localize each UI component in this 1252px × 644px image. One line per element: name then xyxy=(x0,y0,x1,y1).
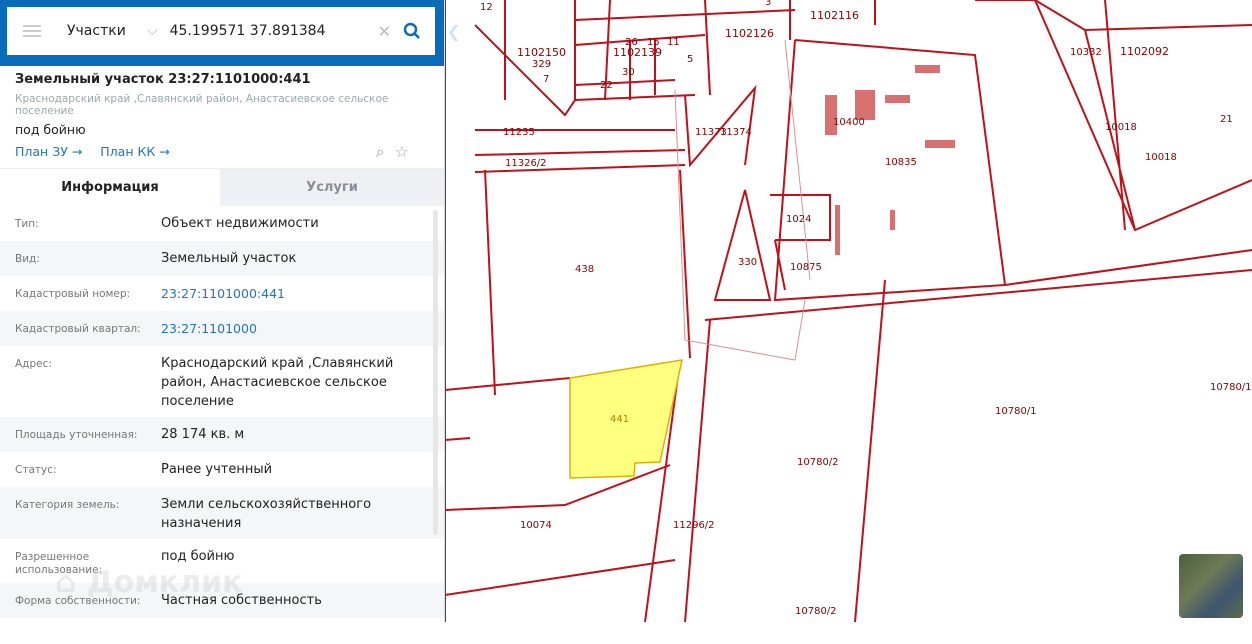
map-label: 1102126 xyxy=(725,27,774,40)
map-label-selected: 441 xyxy=(610,414,629,425)
cadastral-map[interactable]: 12 1102150 1102139 1102126 1102116 11020… xyxy=(444,0,1252,623)
map-label: 10018 xyxy=(1145,152,1177,163)
map-label: 11374 xyxy=(720,127,752,138)
map-label: 1102116 xyxy=(810,9,859,22)
map-label: 1102092 xyxy=(1120,45,1169,58)
map-label: 11235 xyxy=(503,127,535,138)
parcel-use: под бойню xyxy=(15,122,86,137)
info-key: Кадастровый квартал: xyxy=(15,323,141,335)
plan-kk-link[interactable]: План КК → xyxy=(100,144,169,166)
chevron-down-icon[interactable]: ⌵ xyxy=(147,23,158,39)
collapse-panel-icon[interactable]: ❮ xyxy=(447,22,460,41)
map-label: 7 xyxy=(543,74,549,85)
map-label: 5 xyxy=(687,54,693,65)
map-label: 10780/1 xyxy=(1210,382,1252,393)
search-mode-select[interactable]: Участки xyxy=(67,23,147,39)
scrollbar[interactable] xyxy=(433,210,438,535)
map-label: 30 xyxy=(622,67,635,78)
map-label: 10835 xyxy=(885,157,917,168)
map-label: 22 xyxy=(600,80,613,91)
map-label: 10780/2 xyxy=(795,606,837,617)
info-key: Площадь уточненная: xyxy=(15,429,138,441)
map-label: 26 xyxy=(625,37,638,48)
map-label: 11 xyxy=(667,37,680,48)
info-key: Категория земель: xyxy=(15,499,120,511)
info-row: Тип: Объект недвижимости xyxy=(0,206,444,241)
map-label: 11296/2 xyxy=(673,520,715,531)
info-panel: Участки ⌵ 45.199571 37.891384 ✕ ❮ Земель… xyxy=(0,0,460,622)
info-key: Кадастровый номер: xyxy=(15,288,131,300)
info-value: 28 174 кв. м xyxy=(161,427,245,442)
info-row: Статус: Ранее учтенный xyxy=(0,452,444,487)
map-label: 21 xyxy=(1220,114,1233,125)
info-value: Ранее учтенный xyxy=(161,462,273,477)
tab-info[interactable]: Информация xyxy=(0,169,220,206)
zoom-to-icon[interactable]: ⌕ xyxy=(376,142,385,162)
map-label: 12 xyxy=(480,2,493,13)
info-value: Краснодарский край ,Славянский район, Ан… xyxy=(161,356,394,409)
info-row: Площадь уточненная: 28 174 кв. м xyxy=(0,417,444,452)
info-key: Тип: xyxy=(15,218,39,230)
info-key: Статус: xyxy=(15,464,57,476)
info-row: Кадастровый квартал: 23:27:1101000 xyxy=(0,311,444,346)
info-row: Адрес: Краснодарский край ,Славянский рай… xyxy=(0,346,444,417)
map-label: 10875 xyxy=(790,262,822,273)
parcel-address: Краснодарский край ,Славянский район, Ан… xyxy=(15,93,389,117)
map-label: 330 xyxy=(738,257,757,268)
map-label: 10332 xyxy=(1070,47,1102,58)
search-icon[interactable] xyxy=(403,22,421,40)
map-label: 329 xyxy=(532,59,551,70)
watermark-logo: ⌂ Домклик xyxy=(55,565,243,600)
map-label: 10780/2 xyxy=(797,457,839,468)
map-label: 15 xyxy=(647,37,660,48)
map-label: 10074 xyxy=(520,520,552,531)
info-value: Объект недвижимости xyxy=(161,216,319,231)
menu-icon[interactable] xyxy=(23,22,41,40)
info-value[interactable]: 23:27:1101000:441 xyxy=(161,284,429,303)
info-key: Вид: xyxy=(15,253,40,265)
map-label: 1024 xyxy=(786,214,811,225)
info-row: Вид: Земельный участок xyxy=(0,241,444,276)
info-key: Адрес: xyxy=(15,358,52,370)
parcel-title: Земельный участок 23:27:1101000:441 xyxy=(15,72,311,87)
map-label: 11326/2 xyxy=(505,158,547,169)
clear-icon[interactable]: ✕ xyxy=(378,22,391,41)
map-canvas[interactable]: 12 1102150 1102139 1102126 1102116 11020… xyxy=(444,0,1252,623)
info-row: Категория земель: Земли сельскохозяйствен… xyxy=(0,487,444,539)
map-label: 438 xyxy=(575,264,594,275)
search-input[interactable]: 45.199571 37.891384 xyxy=(170,23,378,39)
info-value: Земельный участок xyxy=(161,251,297,266)
star-icon[interactable]: ☆ xyxy=(395,142,409,162)
map-label: 10400 xyxy=(833,117,865,128)
tab-services[interactable]: Услуги xyxy=(220,169,444,206)
map-label: 1102150 xyxy=(517,46,566,59)
info-row: Кадастровый номер: 23:27:1101000:441 xyxy=(0,276,444,311)
map-label: 10780/1 xyxy=(995,406,1037,417)
info-value: Земли сельскохозяйственного назначения xyxy=(161,497,372,531)
info-value[interactable]: 23:27:1101000 xyxy=(161,319,429,338)
search-bar: Участки ⌵ 45.199571 37.891384 ✕ xyxy=(0,0,444,66)
info-value: под бойню xyxy=(161,549,235,564)
map-label: 3 xyxy=(765,0,771,8)
map-label: 10018 xyxy=(1105,122,1137,133)
plan-zu-link[interactable]: План ЗУ → xyxy=(15,144,82,166)
satellite-layer-toggle[interactable] xyxy=(1179,554,1243,618)
